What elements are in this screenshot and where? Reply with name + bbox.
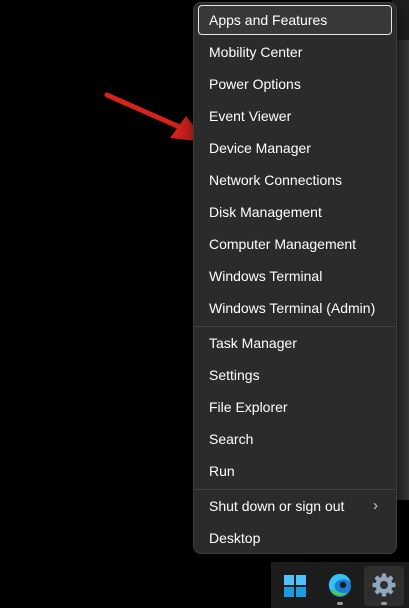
menu-item-file-explorer[interactable]: File Explorer (198, 392, 392, 422)
menu-item-computer-management[interactable]: Computer Management (198, 229, 392, 259)
running-indicator (381, 602, 387, 605)
menu-separator (195, 489, 395, 490)
menu-item-search[interactable]: Search (198, 424, 392, 454)
menu-item-windows-terminal[interactable]: Windows Terminal (198, 261, 392, 291)
chevron-right-icon: › (373, 497, 378, 514)
menu-item-mobility-center[interactable]: Mobility Center (198, 37, 392, 67)
menu-item-network-connections[interactable]: Network Connections (198, 165, 392, 195)
menu-item-shut-down-or-sign-out[interactable]: Shut down or sign out › (198, 491, 392, 521)
menu-item-settings[interactable]: Settings (198, 360, 392, 390)
menu-separator (195, 326, 395, 327)
edge-taskbar-button[interactable] (320, 566, 360, 606)
menu-item-device-manager[interactable]: Device Manager (198, 133, 392, 163)
screen: Apps and Features Mobility Center Power … (0, 0, 409, 608)
menu-item-label: Shut down or sign out (209, 498, 345, 514)
edge-browser-icon (328, 573, 351, 597)
settings-gear-icon (372, 573, 396, 597)
taskbar (271, 562, 409, 608)
menu-item-desktop[interactable]: Desktop (198, 523, 392, 553)
menu-item-windows-terminal-admin[interactable]: Windows Terminal (Admin) (198, 293, 392, 323)
menu-item-event-viewer[interactable]: Event Viewer (198, 101, 392, 131)
windows-start-icon (284, 575, 306, 597)
start-button[interactable] (275, 566, 315, 606)
menu-item-run[interactable]: Run (198, 456, 392, 486)
menu-item-disk-management[interactable]: Disk Management (198, 197, 392, 227)
menu-item-task-manager[interactable]: Task Manager (198, 328, 392, 358)
menu-item-apps-and-features[interactable]: Apps and Features (198, 5, 392, 35)
menu-item-power-options[interactable]: Power Options (198, 69, 392, 99)
winx-context-menu: Apps and Features Mobility Center Power … (193, 2, 397, 554)
settings-taskbar-button[interactable] (364, 566, 404, 606)
running-indicator (337, 602, 343, 605)
